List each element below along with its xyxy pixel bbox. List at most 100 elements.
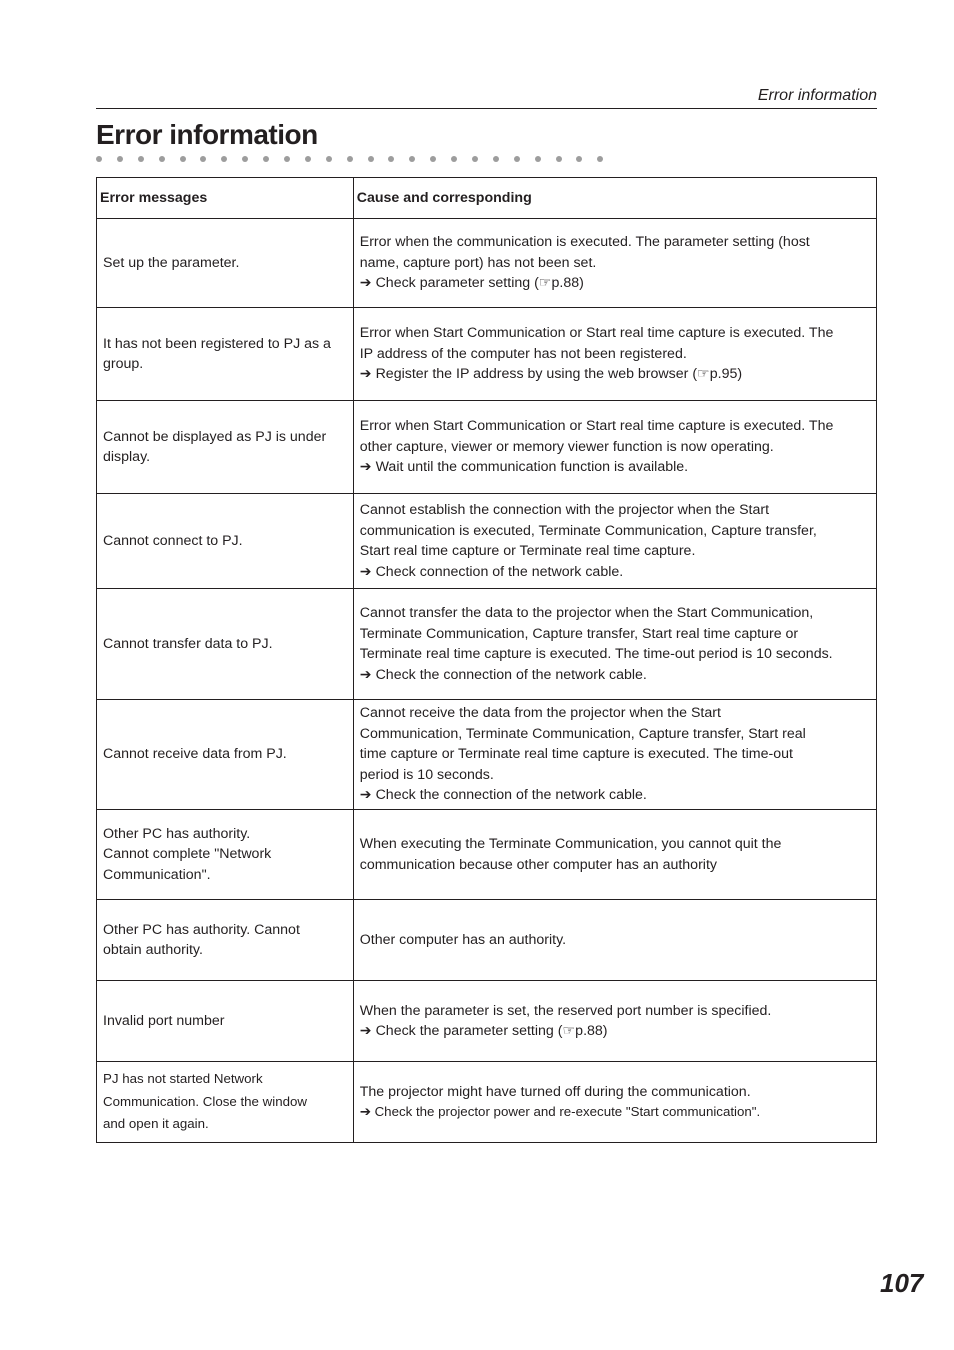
error-table: Error messages Cause and corresponding S… xyxy=(96,177,878,1143)
error-message-cell: Cannot receive data from PJ. xyxy=(96,699,354,810)
table-row: Cannot receive data from PJ. Cannot recei… xyxy=(96,699,878,810)
divider-dot xyxy=(555,156,562,162)
error-message-line: obtain authority. xyxy=(103,942,203,958)
error-message-cell: Invalid port number xyxy=(96,980,354,1062)
error-message-line: Cannot complete "Network xyxy=(103,846,272,863)
cause-cell: When executing the Terminate Communicati… xyxy=(352,809,878,900)
error-message-cell: Other PC has authority. Cannot obtain aut… xyxy=(96,899,354,981)
cause-line: Cannot receive the data from the project… xyxy=(359,705,721,722)
cause-cell: Error when Start Communication or Start … xyxy=(352,307,878,401)
table-row: Cannot be displayed as PJ is under displa… xyxy=(96,400,878,494)
dotted-divider xyxy=(96,156,618,164)
error-message-line: Cannot connect to PJ. xyxy=(103,532,243,549)
divider-dot xyxy=(388,156,395,162)
error-message-line: Communication. Close the window xyxy=(103,1093,307,1109)
cause-line: communication because other computer has… xyxy=(359,856,717,873)
error-message-cell: Cannot transfer data to PJ. xyxy=(96,588,354,700)
divider-dot xyxy=(221,156,228,162)
column-header-error-messages: Error messages xyxy=(96,177,354,219)
error-message-line: Cannot transfer data to PJ. xyxy=(103,635,273,652)
cause-cell: When the parameter is set, the reserved … xyxy=(352,980,878,1062)
error-message-cell: PJ has not started Network Communication.… xyxy=(96,1061,354,1143)
divider-dot xyxy=(409,156,416,162)
cause-cell: Error when the communication is executed… xyxy=(352,218,878,308)
cause-line: Terminate real time capture is executed.… xyxy=(359,646,833,662)
error-message-cell: Cannot connect to PJ. xyxy=(96,493,354,589)
error-message-line: group. xyxy=(103,356,144,372)
running-head: Error information xyxy=(757,87,877,104)
cause-line: IP address of the computer has not been … xyxy=(359,345,687,362)
error-message-line: Cannot receive data from PJ. xyxy=(103,746,287,763)
cause-line: Error when Start Communication or Start … xyxy=(359,325,834,342)
error-message-cell: Set up the parameter. xyxy=(96,218,354,308)
cause-line: Other computer has an authority. xyxy=(359,931,567,948)
cause-line: ➔ Register the IP address by using the w… xyxy=(359,366,743,383)
table-row: Cannot connect to PJ. Cannot establish th… xyxy=(96,493,878,589)
cause-line: ➔ Check the parameter setting (☞p.88) xyxy=(359,1023,608,1039)
divider-dot xyxy=(430,156,437,162)
divider-dot xyxy=(179,156,186,162)
cause-line: Cannot transfer the data to the projecto… xyxy=(359,605,814,621)
divider-dot xyxy=(263,156,270,162)
cause-cell: Cannot transfer the data to the projecto… xyxy=(352,588,878,700)
divider-dot xyxy=(367,156,374,162)
cause-line: Error when Start Communication or Start … xyxy=(359,418,834,435)
cause-cell: The projector might have turned off duri… xyxy=(352,1061,878,1143)
cause-cell: Cannot establish the connection with the… xyxy=(352,493,878,589)
cause-line: communication is executed, Terminate Com… xyxy=(359,522,817,539)
table-row: Cannot transfer data to PJ. Cannot transf… xyxy=(96,588,878,700)
cause-line: Terminate Communication, Capture transfe… xyxy=(359,625,799,642)
table-row: Invalid port number When the parameter is… xyxy=(96,980,878,1062)
error-message-line: Cannot be displayed as PJ is under xyxy=(103,428,327,445)
divider-dot xyxy=(304,156,311,162)
cause-line: name, capture port) has not been set. xyxy=(359,254,597,271)
error-message-line: Other PC has authority. xyxy=(103,825,251,842)
table-body: Set up the parameter. Error when the comm… xyxy=(96,218,878,1143)
error-message-line: Invalid port number xyxy=(103,1012,225,1029)
divider-dot xyxy=(534,156,541,162)
cause-line: The projector might have turned off duri… xyxy=(359,1083,751,1100)
divider-dot xyxy=(137,156,144,162)
divider-dot xyxy=(116,156,123,162)
error-message-line: PJ has not started Network xyxy=(103,1071,263,1087)
error-message-line: display. xyxy=(103,449,151,465)
cause-line: other capture, viewer or memory viewer f… xyxy=(359,438,774,455)
divider-dot xyxy=(513,156,520,162)
error-message-line: Communication". xyxy=(103,866,211,883)
divider-dot xyxy=(200,156,207,162)
cause-cell: Other computer has an authority. xyxy=(352,899,878,981)
cause-cell: Error when Start Communication or Start … xyxy=(352,400,878,494)
error-message-line: It has not been registered to PJ as a xyxy=(103,335,331,352)
page-number: 107 xyxy=(880,1268,924,1298)
table-row: It has not been registered to PJ as a gro… xyxy=(96,307,878,401)
divider-dot xyxy=(325,156,332,162)
cause-cell: Cannot receive the data from the project… xyxy=(352,699,878,810)
cause-line: ➔ Check the connection of the network ca… xyxy=(359,787,647,804)
error-message-cell: Other PC has authority. Cannot complete "… xyxy=(96,809,354,900)
divider-dot xyxy=(451,156,458,162)
cause-line: Cannot establish the connection with the… xyxy=(359,502,770,518)
cause-line: period is 10 seconds. xyxy=(359,766,494,783)
cause-line: When executing the Terminate Communicati… xyxy=(359,836,782,852)
divider-dot xyxy=(597,156,604,162)
divider-dot xyxy=(284,156,291,162)
table-row: PJ has not started Network Communication.… xyxy=(96,1061,878,1143)
divider-dot xyxy=(346,156,353,162)
header-rule xyxy=(96,108,877,109)
divider-dot xyxy=(472,156,479,162)
error-message-line: and open it again. xyxy=(103,1116,209,1132)
cause-line: Communication, Terminate Communication, … xyxy=(359,725,806,742)
cause-line: time capture or Terminate real time capt… xyxy=(359,746,793,763)
table-row: Other PC has authority. Cannot obtain aut… xyxy=(96,899,878,981)
error-message-line: Set up the parameter. xyxy=(103,254,240,271)
cause-line: Error when the communication is executed… xyxy=(359,234,810,251)
divider-dot xyxy=(96,156,102,162)
cause-line: When the parameter is set, the reserved … xyxy=(359,1002,772,1019)
divider-dot xyxy=(158,156,165,162)
divider-dot xyxy=(576,156,583,162)
cause-line: Start real time capture or Terminate rea… xyxy=(359,543,696,559)
error-message-cell: Cannot be displayed as PJ is under displa… xyxy=(96,400,354,494)
cause-line: ➔ Wait until the communication function … xyxy=(359,459,689,476)
cause-line: ➔ Check parameter setting (☞p.88) xyxy=(359,275,584,292)
divider-dot xyxy=(492,156,499,162)
